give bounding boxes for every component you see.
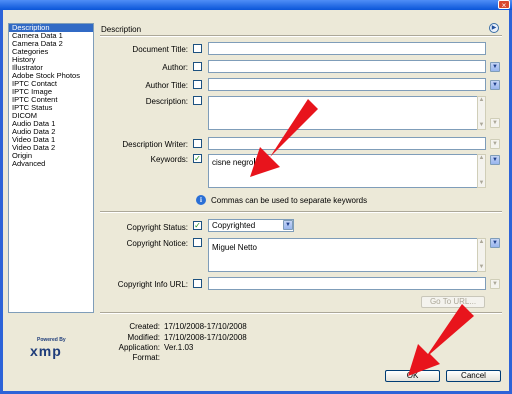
copyright-url-dropdown-icon[interactable]: ▼	[490, 279, 500, 289]
copyright-url-label: Copyright Info URL:	[117, 280, 188, 289]
modified-label: Modified:	[127, 333, 160, 342]
scroll-down-icon[interactable]: ▼	[478, 122, 485, 129]
scroll-up-icon[interactable]: ▲	[478, 97, 485, 104]
author-title-label: Author Title:	[145, 81, 188, 90]
author-title-dropdown-icon[interactable]: ▼	[490, 80, 500, 90]
annotation-arrow-keywords	[250, 99, 318, 177]
description-dropdown-icon[interactable]: ▼	[490, 118, 500, 128]
author-title-field[interactable]	[208, 78, 486, 91]
document-title-field[interactable]	[208, 42, 486, 55]
window-close-icon[interactable]: ×	[498, 0, 510, 10]
copyright-notice-field[interactable]: Miguel Netto	[208, 238, 478, 272]
description-writer-label: Description Writer:	[122, 140, 188, 149]
document-title-checkbox[interactable]	[193, 44, 202, 53]
divider	[100, 35, 502, 37]
description-writer-checkbox[interactable]	[193, 139, 202, 148]
description-checkbox[interactable]	[193, 96, 202, 105]
copyright-notice-scrollbar[interactable]: ▲ ▼	[477, 238, 486, 272]
description-scrollbar[interactable]: ▲ ▼	[477, 96, 486, 130]
copyright-status-label: Copyright Status:	[126, 223, 188, 232]
description-writer-dropdown-icon[interactable]: ▼	[490, 139, 500, 149]
copyright-notice-label: Copyright Notice:	[126, 239, 188, 248]
document-title-label: Document Title:	[132, 45, 188, 54]
author-checkbox[interactable]	[193, 62, 202, 71]
info-icon: i	[196, 195, 206, 205]
copyright-status-value: Copyrighted	[212, 221, 256, 230]
format-label: Format:	[132, 353, 160, 362]
author-title-checkbox[interactable]	[193, 80, 202, 89]
xmp-logo: xmp	[30, 343, 62, 359]
copyright-status-checkbox[interactable]: ✓	[193, 221, 202, 230]
author-label: Author:	[162, 63, 188, 72]
keywords-dropdown-icon[interactable]: ▼	[490, 155, 500, 165]
copyright-notice-checkbox[interactable]	[193, 238, 202, 247]
copyright-url-field[interactable]	[208, 277, 486, 290]
category-list[interactable]: Description Camera Data 1 Camera Data 2 Cat…	[8, 23, 94, 313]
application-value: Ver.1.03	[164, 343, 194, 352]
scroll-up-icon[interactable]: ▲	[478, 239, 485, 246]
annotation-arrow-ok	[408, 304, 474, 376]
keywords-checkbox[interactable]: ✓	[193, 154, 202, 163]
author-dropdown-icon[interactable]: ▼	[490, 62, 500, 72]
copyright-status-select[interactable]: Copyrighted	[208, 219, 294, 232]
divider	[100, 211, 502, 213]
description-label: Description:	[145, 97, 188, 106]
author-field[interactable]	[208, 60, 486, 73]
scroll-down-icon[interactable]: ▼	[478, 264, 485, 271]
modified-value: 17/10/2008-17/10/2008	[164, 333, 247, 342]
panel-menu-icon[interactable]: ▶	[489, 23, 499, 33]
created-value: 17/10/2008-17/10/2008	[164, 322, 247, 331]
scroll-up-icon[interactable]: ▲	[478, 155, 485, 162]
copyright-status-dropdown-icon[interactable]: ▼	[283, 220, 293, 230]
scroll-down-icon[interactable]: ▼	[478, 180, 485, 187]
window-titlebar	[0, 0, 512, 10]
copyright-url-checkbox[interactable]	[193, 279, 202, 288]
created-label: Created:	[129, 322, 160, 331]
keywords-hint: Commas can be used to separate keywords	[211, 196, 368, 205]
keywords-scrollbar[interactable]: ▲ ▼	[477, 154, 486, 188]
section-title: Description	[101, 25, 142, 34]
application-label: Application:	[118, 343, 160, 352]
keywords-label: Keywords:	[150, 155, 188, 164]
sidebar-item[interactable]: Advanced	[9, 160, 93, 168]
copyright-notice-dropdown-icon[interactable]: ▼	[490, 238, 500, 248]
